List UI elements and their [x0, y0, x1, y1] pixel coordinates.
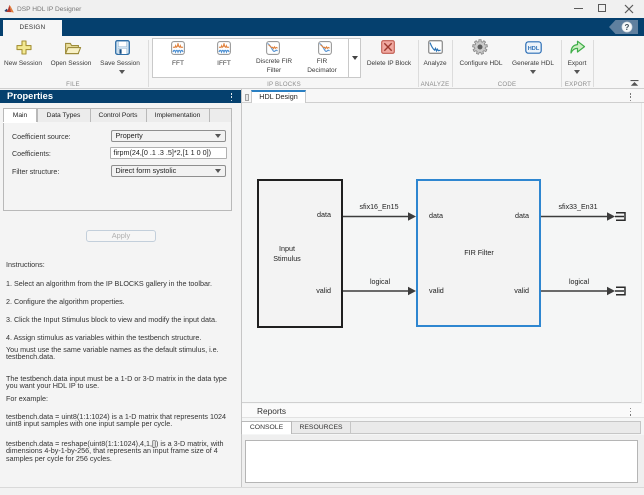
svg-text:HDL: HDL	[528, 46, 540, 52]
svg-text:?: ?	[625, 23, 630, 32]
